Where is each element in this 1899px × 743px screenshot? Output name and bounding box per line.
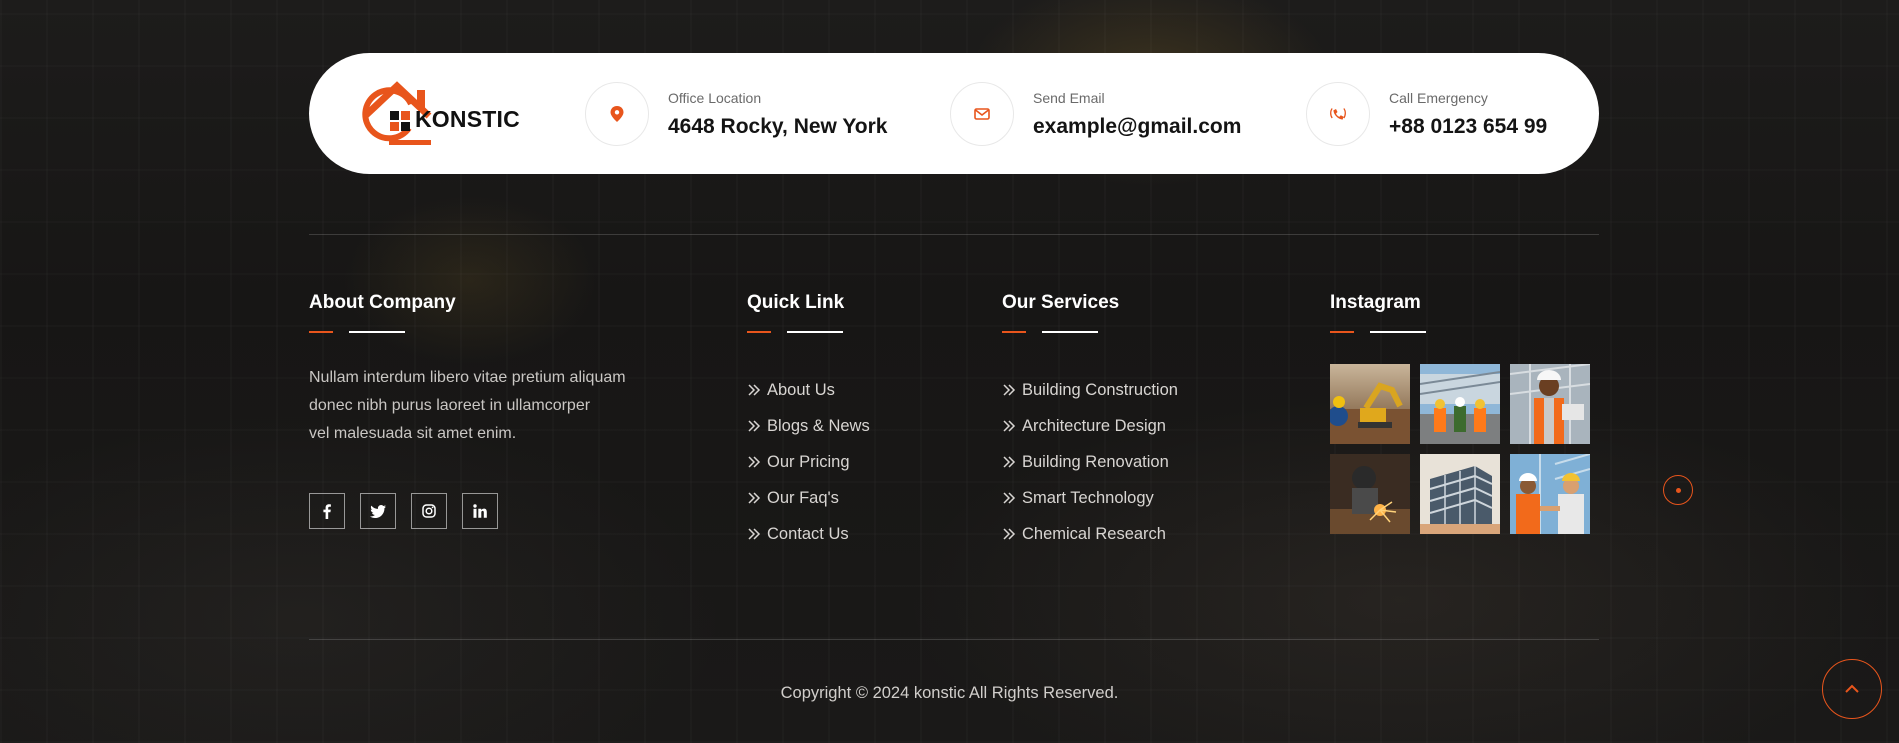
social-links [309, 493, 669, 529]
about-line: Nullam interdum libero vitae pretium ali… [309, 369, 626, 386]
contact-call-emergency: Call Emergency +88 0123 654 99 [1306, 82, 1547, 146]
bottom-divider [309, 639, 1599, 640]
link-label: Our Pricing [767, 452, 850, 471]
link-label: Chemical Research [1022, 524, 1166, 543]
link-label: Building Renovation [1022, 452, 1169, 471]
instagram-photo-welding[interactable] [1330, 454, 1410, 534]
double-chevron-right-icon [1003, 456, 1016, 468]
about-company-column: About Company Nullam interdum libero vit… [309, 292, 669, 529]
instagram-column: Instagram [1330, 292, 1590, 534]
double-chevron-right-icon [1003, 492, 1016, 504]
services-list: Building Construction Architecture Desig… [1002, 366, 1178, 558]
copyright-text: Copyright © 2024 konstic All Rights Rese… [780, 684, 1119, 702]
instagram-photo-building-frame[interactable] [1420, 454, 1500, 534]
service-chemical-research[interactable]: Chemical Research [1002, 510, 1178, 558]
instagram-photo-workers-on-site[interactable] [1420, 364, 1500, 444]
column-title: Our Services [1002, 292, 1120, 313]
contact-label: Office Location [668, 89, 762, 106]
column-title: Instagram [1330, 292, 1421, 313]
title-underline [1002, 331, 1178, 333]
column-title: About Company [309, 292, 456, 313]
link-label: Contact Us [767, 524, 849, 543]
double-chevron-right-icon [748, 384, 761, 396]
twitter-icon[interactable] [360, 493, 396, 529]
our-services-column: Our Services Building Construction Archi… [1002, 292, 1178, 558]
title-underline [1330, 331, 1590, 333]
double-chevron-right-icon [748, 528, 761, 540]
linkedin-icon[interactable] [462, 493, 498, 529]
instagram-photo-excavator[interactable] [1330, 364, 1410, 444]
brand-logo[interactable]: KONSTIC [359, 78, 529, 153]
dot-icon [1675, 487, 1681, 493]
link-label: Building Construction [1022, 380, 1178, 399]
instagram-icon[interactable] [411, 493, 447, 529]
double-chevron-right-icon [748, 420, 761, 432]
contact-value[interactable]: +88 0123 654 99 [1389, 115, 1547, 139]
title-underline [747, 331, 870, 333]
link-label: Architecture Design [1022, 416, 1166, 435]
about-line: donec nibh purus laoreet in ullamcorper [309, 397, 591, 414]
instagram-photo-engineers-handshake[interactable] [1510, 454, 1590, 534]
contact-value[interactable]: example@gmail.com [1033, 115, 1241, 139]
brand-name: KONSTIC [415, 106, 520, 132]
quick-link-list: About Us Blogs & News Our Pricing Our Fa… [747, 366, 870, 558]
double-chevron-right-icon [1003, 420, 1016, 432]
instagram-grid [1330, 364, 1590, 534]
link-label: Our Faq's [767, 488, 839, 507]
quick-link-contact-us[interactable]: Contact Us [747, 510, 870, 558]
double-chevron-right-icon [748, 492, 761, 504]
scroll-to-top-button[interactable] [1822, 659, 1882, 719]
double-chevron-right-icon [748, 456, 761, 468]
contact-label: Send Email [1033, 89, 1105, 106]
link-label: About Us [767, 380, 835, 399]
instagram-photo-engineer-with-plans[interactable] [1510, 364, 1590, 444]
facebook-icon[interactable] [309, 493, 345, 529]
map-pin-icon [585, 82, 649, 146]
contact-value: 4648 Rocky, New York [668, 114, 888, 138]
double-chevron-right-icon [1003, 528, 1016, 540]
title-underline [309, 331, 669, 333]
phone-ringing-icon [1306, 82, 1370, 146]
about-description: Nullam interdum libero vitae pretium ali… [309, 364, 669, 448]
contact-label: Call Emergency [1389, 89, 1488, 106]
contact-bar: KONSTIC Office Location 4648 Rocky, New … [309, 53, 1599, 174]
contact-send-email: Send Email example@gmail.com [950, 82, 1241, 146]
link-label: Blogs & News [767, 416, 870, 435]
chevron-up-icon [1845, 684, 1859, 693]
quick-link-column: Quick Link About Us Blogs & News Our Pri… [747, 292, 870, 558]
column-title: Quick Link [747, 292, 845, 313]
about-line: vel malesuada sit amet enim. [309, 425, 517, 442]
contact-office-location: Office Location 4648 Rocky, New York [585, 82, 887, 146]
double-chevron-right-icon [1003, 384, 1016, 396]
top-divider [309, 234, 1599, 235]
floating-dot-indicator[interactable] [1663, 475, 1693, 505]
envelope-icon [950, 82, 1014, 146]
link-label: Smart Technology [1022, 488, 1154, 507]
